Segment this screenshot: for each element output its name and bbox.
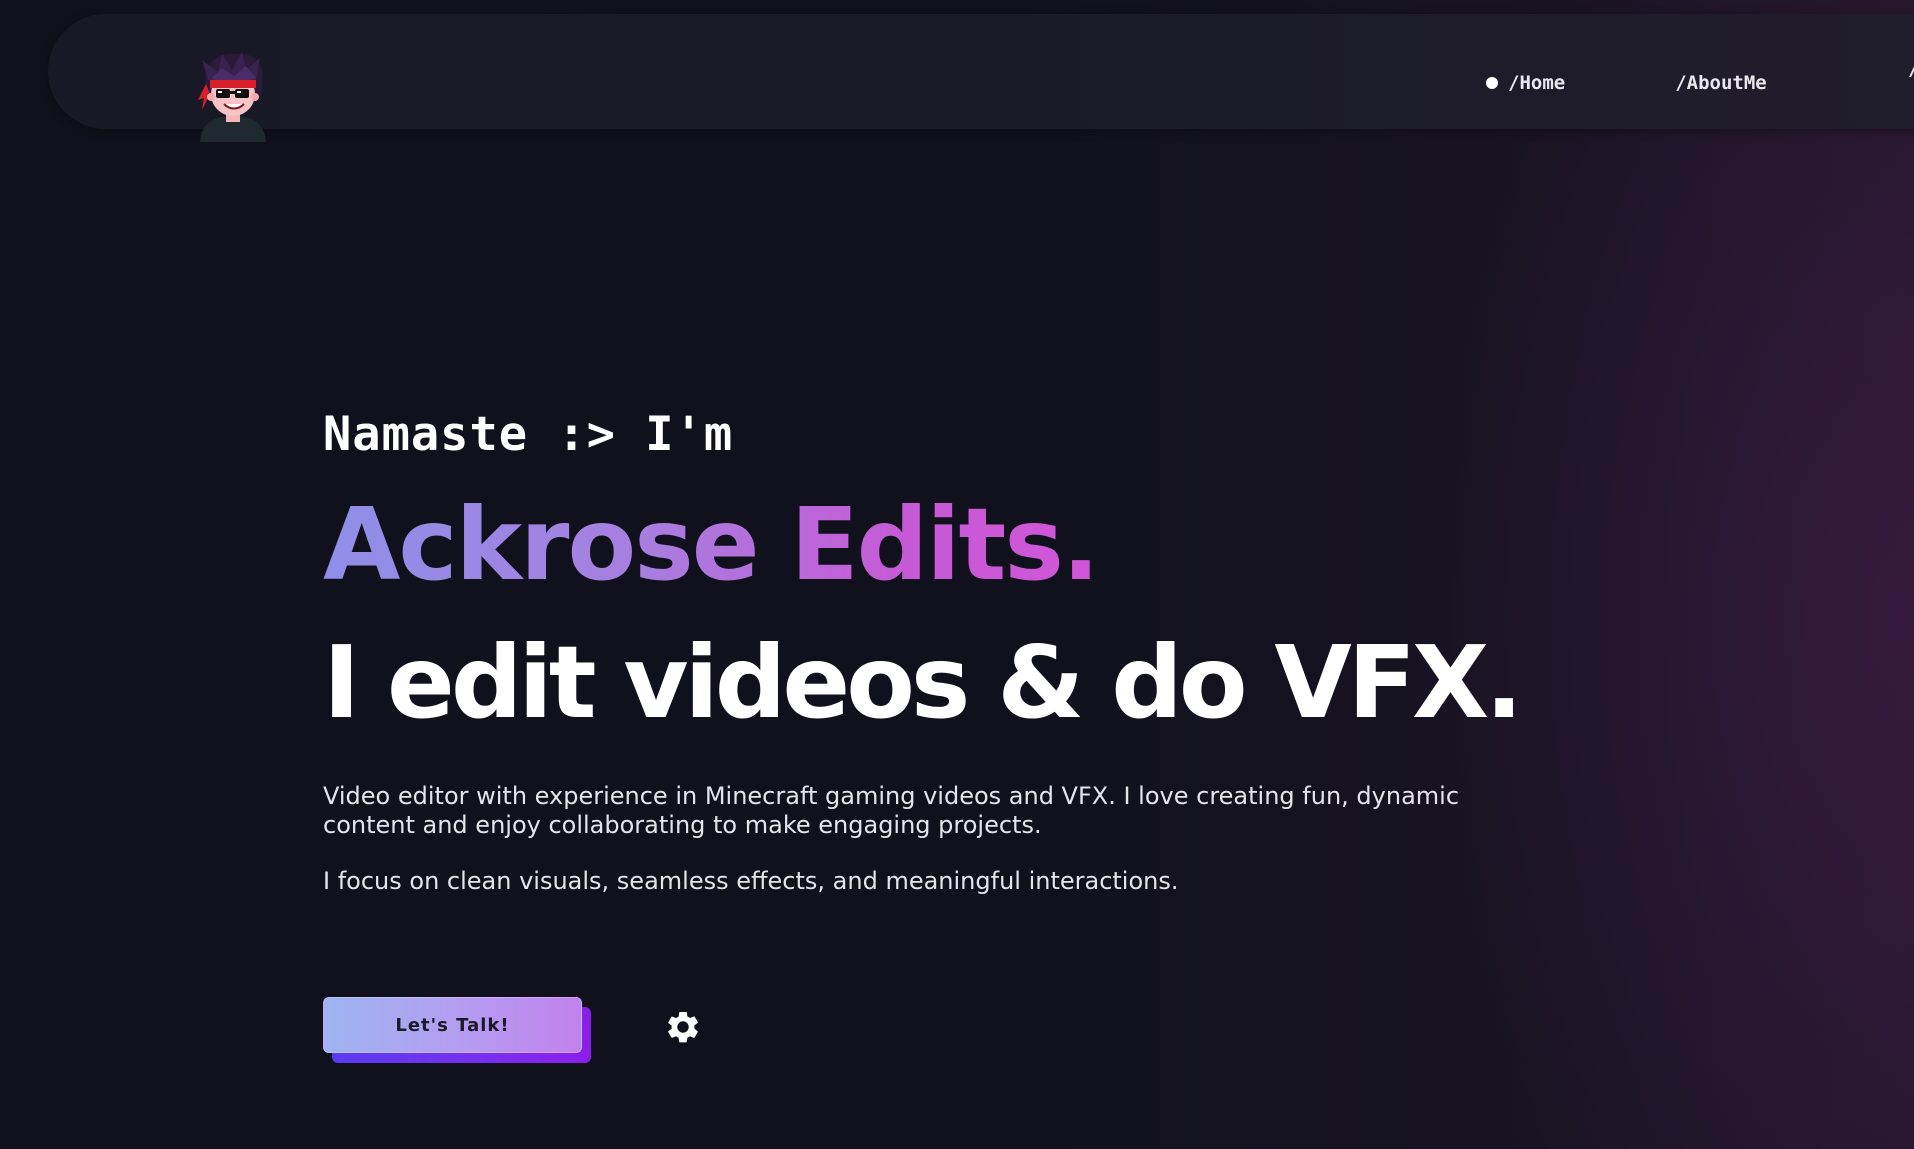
hero-tagline: I edit videos & do VFX. [323, 624, 1523, 741]
nav-item-home[interactable]: /Home [1486, 72, 1565, 94]
nav-aboutme-label: /AboutMe [1675, 72, 1767, 94]
active-dot-icon [1486, 77, 1498, 89]
avatar-logo[interactable] [192, 50, 274, 142]
lets-talk-button[interactable]: Let's Talk! [323, 997, 582, 1053]
gear-icon[interactable] [664, 1008, 702, 1046]
hero-description-secondary: I focus on clean visuals, seamless effec… [323, 867, 1179, 895]
hero-greeting: Namaste :> I'm [323, 407, 734, 462]
nav-item-aboutme[interactable]: /AboutMe [1675, 72, 1767, 94]
hero-name: Ackrose Edits. [323, 486, 1100, 603]
navbar: /Home /AboutMe [48, 14, 1914, 142]
nav-home-label: /Home [1508, 72, 1566, 94]
hero-description: Video editor with experience in Minecraf… [323, 782, 1460, 839]
nav-item-clipped[interactable]: / [1908, 58, 1914, 80]
nav-links: /Home /AboutMe [1486, 72, 1767, 94]
page: /Home /AboutMe / Namaste :> I'm Ackrose … [0, 0, 1914, 1149]
hero-section: Namaste :> I'm Ackrose Edits. I edit vid… [323, 400, 1523, 896]
avatar-icon [198, 52, 266, 142]
